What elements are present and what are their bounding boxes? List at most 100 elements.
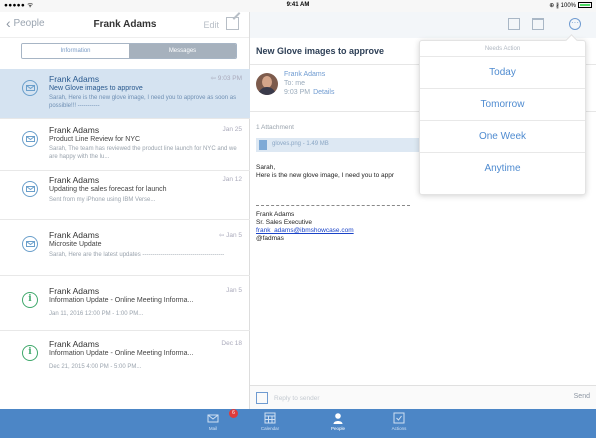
image-file-icon: [259, 140, 267, 150]
message-preview: Sent from my iPhone using IBM Verse...: [49, 197, 156, 203]
battery-label: ⊕ ∦ 100%: [549, 3, 576, 9]
message-subject: Microsite Update: [49, 241, 102, 248]
battery-indicator: ⊕ ∦ 100%: [549, 2, 592, 9]
sender-link[interactable]: Frank Adams: [284, 71, 325, 78]
list-item[interactable]: Frank Adams ⇦ Jan 5 Microsite Update Sar…: [0, 220, 250, 276]
segmented-control: Information Messages: [21, 43, 237, 59]
option-tomorrow[interactable]: Tomorrow: [420, 89, 585, 121]
message-subject: Information Update - Online Meeting Info…: [49, 350, 194, 357]
unread-badge: 6: [229, 409, 238, 418]
signature-email-link[interactable]: frank_adams@ibmshowcase.com: [256, 227, 354, 235]
tab-label: Actions: [391, 426, 407, 431]
option-anytime[interactable]: Anytime: [420, 153, 585, 185]
body-greeting: Sarah,: [256, 164, 276, 171]
signature-title: Sr. Sales Executive: [256, 219, 312, 226]
recipient-label: To: me: [284, 80, 306, 87]
tab-label: People: [330, 426, 345, 431]
edit-button[interactable]: Edit: [203, 20, 219, 30]
tab-mail[interactable]: 6 Mail: [193, 409, 238, 431]
list-item[interactable]: i Frank Adams Jan 5 Information Update -…: [0, 276, 250, 331]
signature: Frank Adams Sr. Sales Executive frank_ad…: [256, 211, 354, 243]
tab-messages[interactable]: Messages: [129, 44, 236, 58]
info-icon: i: [22, 292, 38, 308]
battery-icon: [578, 2, 592, 9]
message-subject: New Glove images to approve: [49, 85, 143, 92]
trash-icon[interactable]: [532, 18, 544, 30]
message-subject: Information Update - Online Meeting Info…: [49, 297, 194, 304]
message-date: ⇦ Jan 5: [219, 231, 242, 239]
avatar[interactable]: [256, 73, 278, 95]
left-nav-bar: ‹ People Frank Adams Edit: [0, 12, 249, 38]
sent-time: 9:03 PM Details: [284, 89, 334, 96]
sender-name: Frank Adams: [49, 175, 100, 185]
message-subject: Product Line Review for NYC: [49, 136, 141, 143]
reply-arrow-icon: ⇦: [218, 232, 227, 239]
popover-title: Needs Action: [420, 41, 585, 57]
reply-bar: Send: [250, 385, 596, 409]
tab-information[interactable]: Information: [22, 44, 129, 58]
message-date-label: Jan 5: [226, 232, 242, 239]
tab-people[interactable]: People: [318, 411, 358, 431]
reply-input[interactable]: [274, 390, 556, 406]
message-preview: Jan 11, 2016 12:00 PM - 1:00 PM...: [49, 311, 144, 317]
status-bar: ●●●●● ᯤ 9:41 AM ⊕ ∦ 100%: [0, 0, 596, 12]
detail-toolbar: ···: [250, 12, 596, 38]
tab-calendar[interactable]: Calendar: [250, 411, 290, 431]
message-title: New Glove images to approve: [256, 46, 385, 56]
message-subject: Updating the sales forecast for launch: [49, 186, 167, 193]
message-date: Jan 12: [222, 176, 242, 183]
divider: [256, 205, 410, 206]
message-date: Jan 5: [226, 287, 242, 294]
sender-name: Frank Adams: [49, 125, 100, 135]
sender-name: Frank Adams: [49, 74, 100, 84]
message-date: Jan 25: [222, 126, 242, 133]
calendar-icon: [264, 411, 276, 424]
signature-name: Frank Adams: [256, 211, 295, 218]
mail-icon: [22, 80, 38, 96]
sender-name: Frank Adams: [49, 286, 100, 296]
mail-icon: [22, 131, 38, 147]
list-item[interactable]: Frank Adams Jan 25 Product Line Review f…: [0, 119, 250, 171]
folder-icon[interactable]: [508, 18, 520, 30]
info-icon: i: [22, 345, 38, 361]
mail-icon: 6: [207, 409, 238, 423]
message-preview: Sarah, Here are the latest updates -----…: [49, 252, 225, 258]
body-line: Here is the new glove image, I need you …: [256, 172, 395, 179]
person-icon: [332, 411, 344, 424]
attachment-count: 1 Attachment: [256, 124, 294, 131]
message-preview: Sarah, Here is the new glove image, I ne…: [49, 95, 237, 109]
list-item[interactable]: i Frank Adams Dec 18 Information Update …: [0, 331, 250, 387]
message-body: Sarah, Here is the new glove image, I ne…: [256, 164, 420, 180]
sent-time-label: 9:03 PM: [284, 89, 311, 96]
reply-arrow-icon: ⇦: [210, 75, 218, 82]
tab-actions[interactable]: Actions: [379, 411, 419, 431]
message-list: Frank Adams ⇦ 9:03 PM New Glove images t…: [0, 69, 250, 387]
sender-name: Frank Adams: [49, 339, 100, 349]
compose-icon[interactable]: [226, 17, 239, 30]
message-date-label: 9:03 PM: [217, 75, 242, 82]
more-icon[interactable]: ···: [569, 18, 581, 30]
list-item[interactable]: Frank Adams ⇦ 9:03 PM New Glove images t…: [0, 69, 250, 119]
compose-icon[interactable]: [256, 392, 268, 404]
tab-bar: 6 Mail Calendar People Actions: [0, 409, 596, 438]
tab-label: Calendar: [260, 426, 280, 431]
attachment-name: gloves.png - 1.49 MB: [272, 141, 329, 147]
details-link[interactable]: Details: [313, 89, 334, 96]
message-preview: Sarah, The team has reviewed the product…: [49, 146, 237, 160]
list-item[interactable]: Frank Adams Jan 12 Updating the sales fo…: [0, 171, 250, 220]
checkbox-icon: [393, 411, 405, 424]
signature-handle: @fadmas: [256, 235, 284, 242]
option-one-week[interactable]: One Week: [420, 121, 585, 153]
mail-icon: [22, 236, 38, 252]
message-list-pane: ‹ People Frank Adams Edit Information Me…: [0, 12, 250, 409]
message-date: ⇦ 9:03 PM: [211, 74, 242, 82]
option-today[interactable]: Today: [420, 57, 585, 89]
clock: 9:41 AM: [286, 2, 310, 8]
send-button[interactable]: Send: [574, 393, 590, 400]
sender-name: Frank Adams: [49, 230, 100, 240]
message-date: Dec 18: [221, 340, 242, 347]
needs-action-popover: Needs Action Today Tomorrow One Week Any…: [419, 40, 586, 195]
message-preview: Dec 21, 2015 4:00 PM - 5:00 PM...: [49, 364, 142, 370]
mail-icon: [22, 181, 38, 197]
tab-label: Mail: [208, 426, 218, 431]
